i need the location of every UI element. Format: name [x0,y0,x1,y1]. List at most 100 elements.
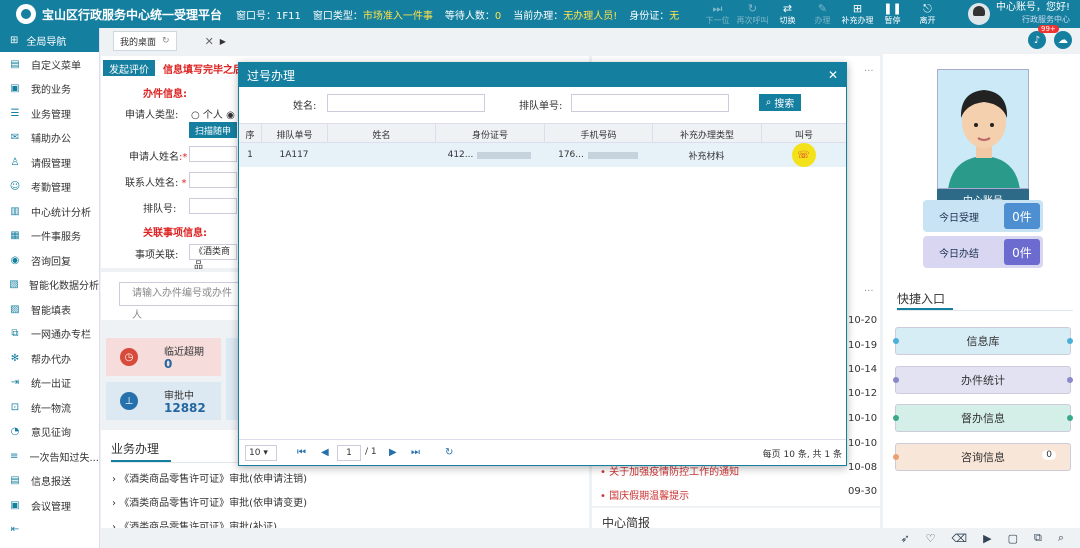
news-item[interactable]: • 国庆假期温馨提示 [600,487,689,502]
quick-case-stats[interactable]: 办件统计 [893,366,1073,394]
pause-button[interactable]: ❚❚ 暂停 [875,0,910,28]
modal-search: 姓名: 排队单号: ⌕ 搜索 [239,87,846,123]
page-size-select[interactable]: 10 ▾ [245,445,277,461]
last-page-icon[interactable]: ⏭ [411,447,420,458]
sidebar-item-attendance[interactable]: ☺ 考勤管理 [0,175,99,200]
sidebar-item-custom-menu[interactable]: ▤ 自定义菜单 [0,52,99,77]
table-row[interactable]: 1 1A117 412... 176... 补充材料 ☏ [239,143,846,167]
next-button[interactable]: ⏭ 下一位 [700,0,735,28]
window-icon[interactable]: ▢ [1008,532,1018,545]
next-page-icon[interactable]: ▶ [389,447,397,458]
id-card: 身份证：无 [629,10,680,22]
stat-placeholder [226,338,238,420]
database-icon: ≡ [10,450,19,462]
user-info[interactable]: 中心账号，您好! 行政服务中心 [967,2,1070,26]
trash-icon[interactable]: ⌫ [952,532,968,545]
quick-consult[interactable]: 咨询信息 0 [893,443,1071,471]
today-done[interactable]: 今日办结 0件 [923,236,1043,268]
supplement-icon: ⊞ [852,1,863,15]
sidebar-item-statistics[interactable]: ▥ 中心统计分析 [0,199,99,224]
call-icon[interactable]: ☏ [791,143,816,167]
tab-next-icon[interactable]: ▶ [220,37,226,46]
sidebar-item-meeting[interactable]: ▣ 会议管理 [0,493,99,518]
prev-page-icon[interactable]: ◀ [321,447,329,458]
pause-icon: ❚❚ [883,1,902,15]
business-item[interactable]: › 《酒类商品零售许可证》审批(依申请变更) [112,494,307,509]
heart-icon[interactable]: ♡ [926,532,936,545]
close-tab-icon[interactable]: ✕ [205,35,214,48]
business-item[interactable]: › 《酒类商品零售许可证》审批(依申请注销) [112,470,307,485]
copy-icon[interactable]: ⧉ [1034,531,1042,545]
refresh-page-icon[interactable]: ↻ [445,447,453,458]
quick-info-library[interactable]: 信息库 [893,327,1073,355]
recall-button[interactable]: ↻ 再次呼叫 [735,0,770,28]
user-icon: ☺ [9,181,21,193]
zoom-icon[interactable]: ⌕ [1058,531,1064,545]
case-search-input[interactable]: 请输入办件编号或办件人 [119,282,239,321]
handle-button[interactable]: ✎ 办理 [805,0,840,28]
logo-icon [16,4,36,24]
sidebar-item-data-analysis[interactable]: ▧ 智能化数据分析 [0,273,99,298]
sidebar-item-business-mgmt[interactable]: ☰ 业务管理 [0,101,99,126]
rocket-icon[interactable]: ➶ [900,532,909,545]
sidebar-collapse[interactable]: ⇤ [0,518,99,543]
applicant-name-input[interactable] [189,146,237,162]
tab-home[interactable]: 我的桌面 ↻ [113,31,177,51]
sidebar-item-assist[interactable]: ✻ 帮办代办 [0,346,99,371]
search-button[interactable]: ⌕ 搜索 [759,94,801,111]
sidebar-item-report[interactable]: ▤ 信息报送 [0,469,99,494]
notification-icon[interactable]: ♪ 99+ [1028,25,1059,49]
sidebar-item-one-net[interactable]: ⧉ 一网通办专栏 [0,322,99,347]
chat-icon: ◉ [10,254,20,266]
today-accept[interactable]: 今日受理 0件 [923,200,1043,232]
sidebar-item-notice[interactable]: ≡ 一次告知过失... [0,444,99,469]
nav-header[interactable]: ⊞ 全局导航 [0,28,99,52]
sidebar-item-smart-form[interactable]: ▨ 智能填表 [0,297,99,322]
supplement-button[interactable]: ⊞ 补充办理 [840,0,875,28]
sidebar-item-feedback[interactable]: ◔ 意见征询 [0,420,99,445]
document-icon: ▦ [10,230,20,242]
sidebar-item-consult[interactable]: ◉ 咨询回复 [0,248,99,273]
app-title: 宝山区行政服务中心统一受理平台 [42,7,223,22]
page-input[interactable]: 1 [337,445,361,461]
id-cell: 412... [435,143,544,167]
stat-near-expire[interactable]: ◷ 临近超期 0 [106,338,221,376]
sidebar-item-certificate[interactable]: ⇥ 统一出证 [0,371,99,396]
modal-name-input[interactable] [327,94,485,112]
modal-queue-input[interactable] [571,94,729,112]
message-icon[interactable]: ☁ [1054,31,1072,49]
bar-chart-icon: ▥ [10,205,20,217]
eval-button[interactable]: 发起评价 [103,60,155,76]
business-title: 业务办理 [111,442,160,456]
leave-button[interactable]: ⎋ 离开 [910,0,945,28]
recall-icon: ↻ [747,1,758,15]
table-header: 序 排队单号 姓名 身份证号 手机号码 补充办理类型 叫号 [239,123,846,144]
video-icon[interactable]: ▶ [983,532,991,545]
related-select[interactable]: 《酒类商品 [189,244,237,271]
sidebar-item-one-thing[interactable]: ▦ 一件事服务 [0,224,99,249]
close-icon[interactable]: ✕ [828,68,838,82]
page-summary: 每页 10 条, 共 1 条 [762,450,842,460]
list-icon: ☰ [10,107,20,119]
scan-button[interactable]: 扫描随申 [189,122,237,138]
phone-cell: 176... [544,143,652,167]
refresh-icon[interactable]: ↻ [162,36,170,46]
first-page-icon[interactable]: ⏮ [297,447,306,458]
switch-button[interactable]: ⇄ 切换 [770,0,805,28]
applicant-type-radio[interactable]: ○ 个人 ◉ [191,106,235,121]
sidebar-item-office[interactable]: ✉ 辅助办公 [0,126,99,151]
queue-label: 排队号: [143,204,177,215]
sidebar-item-my-business[interactable]: ▣ 我的业务 [0,77,99,102]
tab-bar: 我的桌面 ↻ ✕ ▶ ♪ 99+ ☁ [101,25,1080,54]
contact-name-input[interactable] [189,172,237,188]
sidebar-item-logistics[interactable]: ⊡ 统一物流 [0,395,99,420]
profile-panel: 中心账号 今日受理 0件 今日办结 0件 [883,54,1080,284]
queue-input[interactable] [189,198,237,214]
modal-queue-label: 排队单号: [519,101,563,112]
section-applicant: 办件信息: [143,89,187,100]
quick-supervise[interactable]: 督办信息 [893,404,1073,432]
profile-avatar [937,69,1029,189]
stat-approving[interactable]: ⊥ 审批中 12882 [106,382,221,420]
sidebar-item-leave[interactable]: ♙ 请假管理 [0,150,99,175]
next-icon: ⏭ [712,1,723,15]
